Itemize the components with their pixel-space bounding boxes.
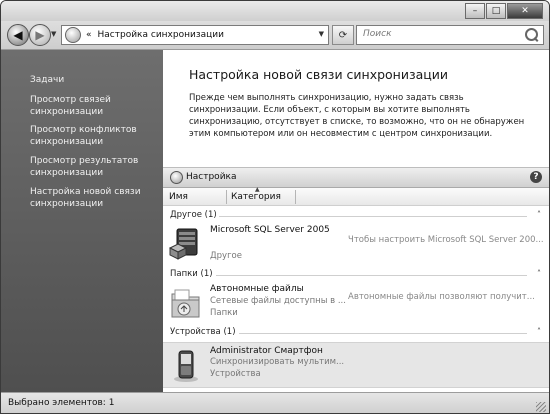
group-label: Папки (1) [170,269,213,279]
setup-icon [170,171,183,184]
sidebar-link-view-conflicts[interactable]: Просмотр конфликтов синхронизации [30,124,155,148]
group-divider [216,275,527,276]
group-header-folders[interactable]: Папки (1) ˄ [163,269,549,281]
navigation-bar: ◀ ▶ ▼ « Настройка синхронизации ▼ ⟳ Поис… [1,21,549,50]
list-item-smartphone[interactable]: Administrator Смартфон Синхронизировать … [163,342,549,388]
group-label: Другое (1) [170,210,217,220]
maximize-button[interactable]: □ [486,3,506,19]
breadcrumb-current[interactable]: Настройка синхронизации [98,30,224,40]
smartphone-icon [169,347,203,383]
group-divider [219,216,527,217]
column-header-category[interactable]: Категория [231,192,281,202]
item-category: Устройства [210,369,261,379]
refresh-button[interactable]: ⟳ [332,25,354,45]
status-bar: Выбрано элементов: 1 [1,392,549,413]
column-divider[interactable] [295,190,296,204]
address-dropdown-icon[interactable]: ▼ [319,30,324,38]
page-title: Настройка новой связи синхронизации [189,67,449,82]
collapse-chevron-icon[interactable]: ˄ [537,210,541,219]
search-box[interactable]: Поиск [356,25,544,45]
help-icon[interactable]: ? [530,171,542,183]
resize-grip-icon[interactable] [536,402,546,412]
page-description: Прежде чем выполнять синхронизацию, нужн… [189,93,525,139]
tasks-pane: Задачи Просмотр связей синхронизации Про… [1,50,163,392]
sql-server-icon [168,226,203,262]
address-bar[interactable]: « Настройка синхронизации ▼ [61,25,329,45]
close-button[interactable]: ✕ [507,3,543,19]
list-item-sql-server[interactable]: Microsoft SQL Server 2005 Другое Чтобы н… [163,222,549,266]
group-header-devices[interactable]: Устройства (1) ˄ [163,327,549,339]
item-description: Чтобы настроить Microsoft SQL Server 200… [348,235,544,245]
item-subtitle: Синхронизировать мультим... [210,357,345,367]
sidebar-heading-tasks: Задачи [30,75,65,85]
collapse-chevron-icon[interactable]: ˄ [537,269,541,278]
refresh-icon: ⟳ [338,29,348,41]
content-pane: Настройка новой связи синхронизации Преж… [163,50,549,392]
sync-center-icon [65,27,81,43]
search-placeholder: Поиск [363,29,392,39]
sidebar-link-view-partnerships[interactable]: Просмотр связей синхронизации [30,94,155,118]
item-description: Автономные файлы позволяют получит... [348,292,535,302]
forward-button[interactable]: ▶ [29,24,51,46]
group-divider [239,333,527,334]
search-icon[interactable] [525,28,538,41]
sync-center-window: – □ ✕ ◀ ▶ ▼ « Настройка синхронизации ▼ … [0,0,550,414]
offline-files-folder-icon [169,285,203,321]
group-header-other[interactable]: Другое (1) ˄ [163,210,549,222]
setup-command[interactable]: Настройка [186,172,237,182]
command-bar: Настройка ? [163,167,549,188]
item-name: Microsoft SQL Server 2005 [210,225,330,235]
title-bar: – □ ✕ [1,1,549,21]
minimize-button[interactable]: – [465,3,485,19]
item-name: Автономные файлы [210,284,304,294]
item-subtitle: Сетевые файлы доступны в ... [210,296,346,306]
item-category: Другое [210,251,242,261]
column-divider[interactable] [226,190,227,204]
status-selected-count: Выбрано элементов: 1 [8,398,115,408]
group-label: Устройства (1) [170,327,236,337]
sidebar-link-view-results[interactable]: Просмотр результатов синхронизации [30,155,155,179]
collapse-chevron-icon[interactable]: ˄ [537,327,541,336]
item-category: Папки [210,308,238,318]
window-controls: – □ ✕ [465,3,543,19]
breadcrumb-chevron-icon[interactable]: « [86,30,92,40]
back-arrow-icon: ◀ [13,28,23,42]
back-button[interactable]: ◀ [7,24,29,46]
column-header-row: Имя ▲ Категория [163,186,549,206]
forward-arrow-icon: ▶ [35,28,45,42]
column-header-name[interactable]: Имя [169,192,188,202]
list-item-offline-files[interactable]: Автономные файлы Сетевые файлы доступны … [163,281,549,325]
item-name: Administrator Смартфон [210,346,323,356]
recent-pages-dropdown-icon[interactable]: ▼ [51,30,56,38]
sidebar-link-setup-partnerships[interactable]: Настройка новой связи синхронизации [30,186,155,210]
